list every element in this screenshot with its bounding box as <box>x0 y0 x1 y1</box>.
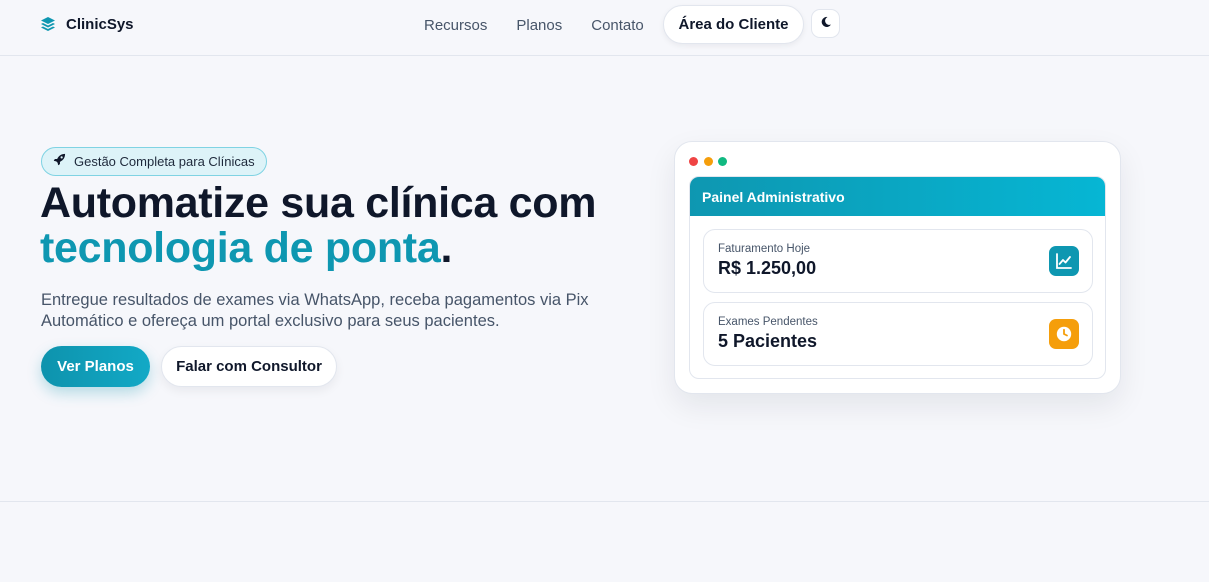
admin-panel: Painel Administrativo Faturamento Hoje R… <box>689 176 1106 379</box>
section-divider <box>0 501 1209 502</box>
nav-link-recursos[interactable]: Recursos <box>424 17 487 34</box>
client-area-button[interactable]: Área do Cliente <box>663 5 804 44</box>
brand-name: ClinicSys <box>66 15 134 33</box>
chart-line-icon <box>1049 246 1079 276</box>
hero-title-line1: Automatize sua clínica com <box>40 179 597 227</box>
moon-icon <box>820 16 832 31</box>
window-maximize-dot <box>718 157 727 166</box>
badge-text: Gestão Completa para Clínicas <box>74 154 255 169</box>
see-plans-button[interactable]: Ver Planos <box>41 346 150 387</box>
stat-value: R$ 1.250,00 <box>718 258 817 278</box>
panel-title: Painel Administrativo <box>702 188 845 205</box>
hero-title-period: . <box>440 224 453 272</box>
hero-title-accent: tecnologia de ponta <box>40 224 441 272</box>
hero-badge: Gestão Completa para Clínicas <box>41 147 267 176</box>
brand-logo[interactable]: ClinicSys <box>40 14 134 34</box>
layers-icon <box>40 16 56 32</box>
stat-value: 5 Pacientes <box>718 331 818 351</box>
hero-subtitle: Entregue resultados de exames via WhatsA… <box>41 291 589 330</box>
dashboard-mockup: Painel Administrativo Faturamento Hoje R… <box>674 141 1121 394</box>
window-minimize-dot <box>704 157 713 166</box>
navbar: ClinicSys Recursos Planos Contato Área d… <box>0 0 1209 56</box>
nav-link-contato[interactable]: Contato <box>591 17 644 34</box>
rocket-icon <box>53 153 66 171</box>
panel-header: Painel Administrativo <box>690 177 1105 216</box>
stat-card-pending-exams: Exames Pendentes 5 Pacientes <box>703 302 1093 366</box>
talk-to-consultant-button[interactable]: Falar com Consultor <box>161 346 337 387</box>
stat-label: Faturamento Hoje <box>718 243 811 255</box>
stat-card-revenue: Faturamento Hoje R$ 1.250,00 <box>703 229 1093 293</box>
theme-toggle-button[interactable] <box>811 9 840 38</box>
hero-title: Automatize sua clínica com tecnologia de… <box>40 181 640 271</box>
nav-links: Recursos Planos Contato <box>424 15 644 35</box>
nav-link-planos[interactable]: Planos <box>516 17 562 34</box>
window-close-dot <box>689 157 698 166</box>
clock-icon <box>1049 319 1079 349</box>
stat-label: Exames Pendentes <box>718 316 818 328</box>
